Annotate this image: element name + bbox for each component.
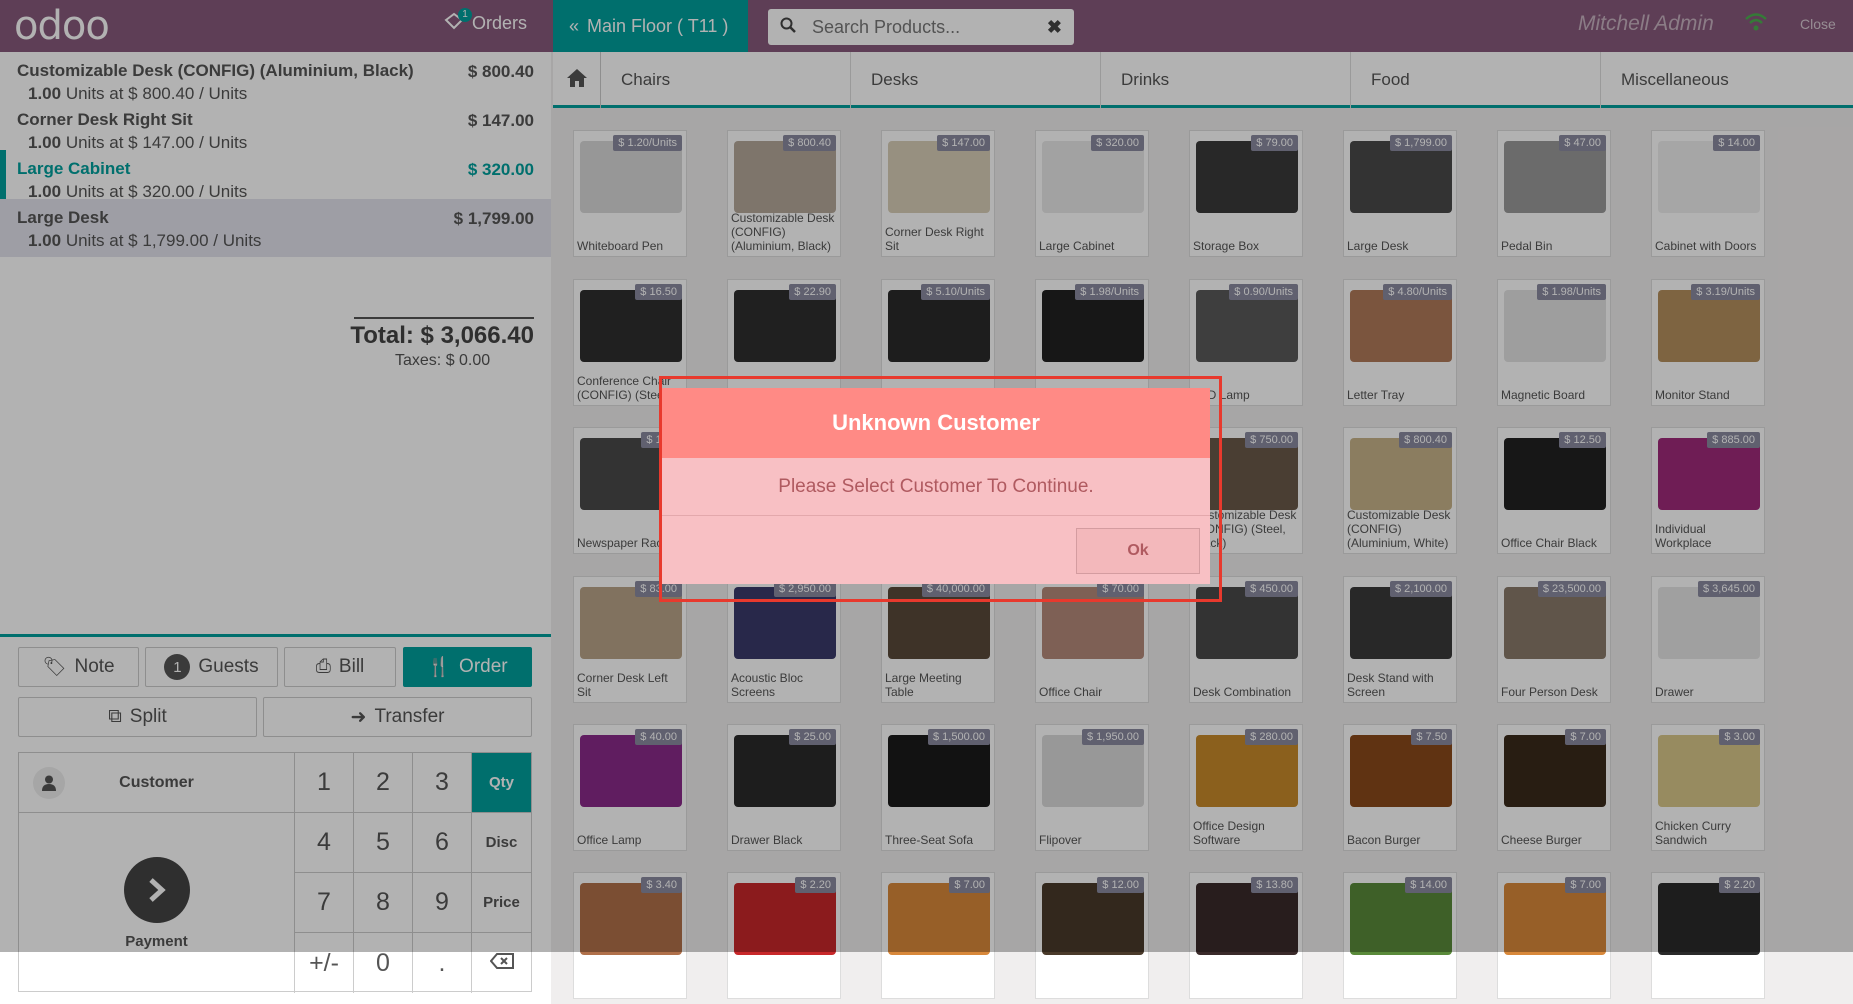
unknown-customer-popup: Unknown Customer Please Select Customer …: [662, 388, 1210, 584]
popup-title: Unknown Customer: [662, 388, 1210, 458]
backspace-icon: [489, 953, 514, 973]
ok-button[interactable]: Ok: [1076, 528, 1200, 574]
popup-message: Please Select Customer To Continue.: [662, 458, 1210, 516]
